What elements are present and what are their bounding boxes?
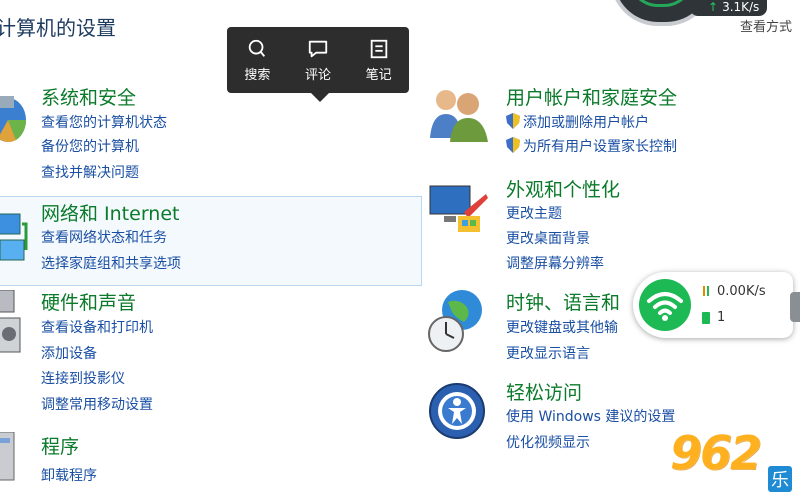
link-change-theme[interactable]: 更改主题 [506, 203, 562, 223]
link-add-device[interactable]: 添加设备 [41, 343, 97, 363]
comment-label: 评论 [304, 67, 331, 83]
comment-button[interactable]: 评论 [305, 38, 331, 83]
page-title: 计算机的设置 [0, 16, 116, 40]
link-add-remove-users[interactable]: 添加或删除用户帐户 [506, 112, 649, 132]
uac-shield-icon [506, 137, 520, 153]
net-speed-readout: ↑ 3.1K/s [690, 0, 768, 16]
user-accounts-icon [430, 90, 488, 142]
wifi-speed-widget[interactable]: 0.00K/s 1 [633, 272, 793, 338]
transfer-arrows-icon [703, 286, 709, 296]
cat-title-programs[interactable]: 程序 [41, 432, 79, 459]
link-mobility-settings[interactable]: 调整常用移动设置 [41, 394, 153, 414]
network-icon [0, 213, 28, 261]
link-uninstall-program[interactable]: 卸载程序 [41, 465, 97, 485]
link-homegroup-sharing[interactable]: 选择家庭组和共享选项 [41, 253, 181, 273]
link-add-remove-users-label: 添加或删除用户帐户 [523, 115, 649, 131]
hardware-sound-icon [0, 290, 21, 353]
link-optimize-display[interactable]: 优化视频显示 [506, 432, 590, 452]
cat-title-network-internet[interactable]: 网络和 Internet [41, 199, 179, 226]
upload-arrow-icon: ↑ [708, 0, 719, 14]
link-windows-recommended[interactable]: 使用 Windows 建议的设置 [506, 406, 675, 426]
view-by-link[interactable]: 查看方式 [740, 16, 792, 35]
cat-title-clock-language[interactable]: 时钟、语言和 [506, 288, 620, 315]
uac-shield-icon [506, 113, 520, 129]
watermark-suffix: 乐 [768, 466, 792, 492]
programs-icon [0, 432, 15, 481]
search-label: 搜索 [244, 67, 271, 83]
link-desktop-background[interactable]: 更改桌面背景 [506, 228, 590, 248]
link-parental-controls-label: 为所有用户设置家长控制 [523, 139, 677, 155]
search-icon [249, 39, 266, 57]
note-icon [370, 39, 387, 58]
cat-title-user-accounts[interactable]: 用户帐户和家庭安全 [506, 83, 677, 110]
appearance-icon [429, 185, 488, 232]
wifi-device-count: 1 [717, 310, 726, 325]
clock-language-icon [428, 290, 482, 352]
cat-title-system-security[interactable]: 系统和安全 [41, 83, 136, 110]
floating-toolbar: 搜索 评论 笔记 [227, 27, 409, 102]
device-icon [702, 312, 710, 324]
link-devices-printers[interactable]: 查看设备和打印机 [41, 317, 153, 337]
link-backup-computer[interactable]: 备份您的计算机 [41, 136, 139, 156]
net-speed-value: 3.1K/s [722, 0, 760, 14]
search-button[interactable]: 搜索 [244, 38, 270, 83]
link-connect-projector[interactable]: 连接到投影仪 [41, 368, 125, 388]
link-parental-controls[interactable]: 为所有用户设置家长控制 [506, 136, 677, 156]
link-change-keyboard[interactable]: 更改键盘或其他输 [506, 317, 618, 337]
ease-of-access-icon [429, 383, 485, 439]
comment-icon [308, 40, 328, 57]
wifi-speed-value: 0.00K/s [717, 284, 766, 299]
side-panel-handle[interactable] [790, 292, 800, 322]
link-network-status[interactable]: 查看网络状态和任务 [41, 227, 167, 247]
site-watermark-logo: 962 乐 [668, 426, 800, 500]
wifi-status-circle[interactable] [639, 279, 691, 331]
cat-title-appearance[interactable]: 外观和个性化 [506, 175, 620, 202]
link-screen-resolution[interactable]: 调整屏幕分辨率 [506, 253, 604, 273]
system-security-icon [0, 96, 27, 142]
link-display-language[interactable]: 更改显示语言 [506, 343, 590, 363]
wifi-icon [647, 292, 683, 321]
link-view-computer-status[interactable]: 查看您的计算机状态 [41, 112, 167, 132]
watermark-text: 962 [670, 426, 762, 480]
cat-title-hardware-sound[interactable]: 硬件和声音 [41, 288, 136, 315]
note-button[interactable]: 笔记 [366, 38, 392, 83]
link-troubleshoot[interactable]: 查找并解决问题 [41, 162, 139, 182]
note-label: 笔记 [365, 67, 392, 83]
cat-title-ease-of-access[interactable]: 轻松访问 [506, 378, 582, 405]
